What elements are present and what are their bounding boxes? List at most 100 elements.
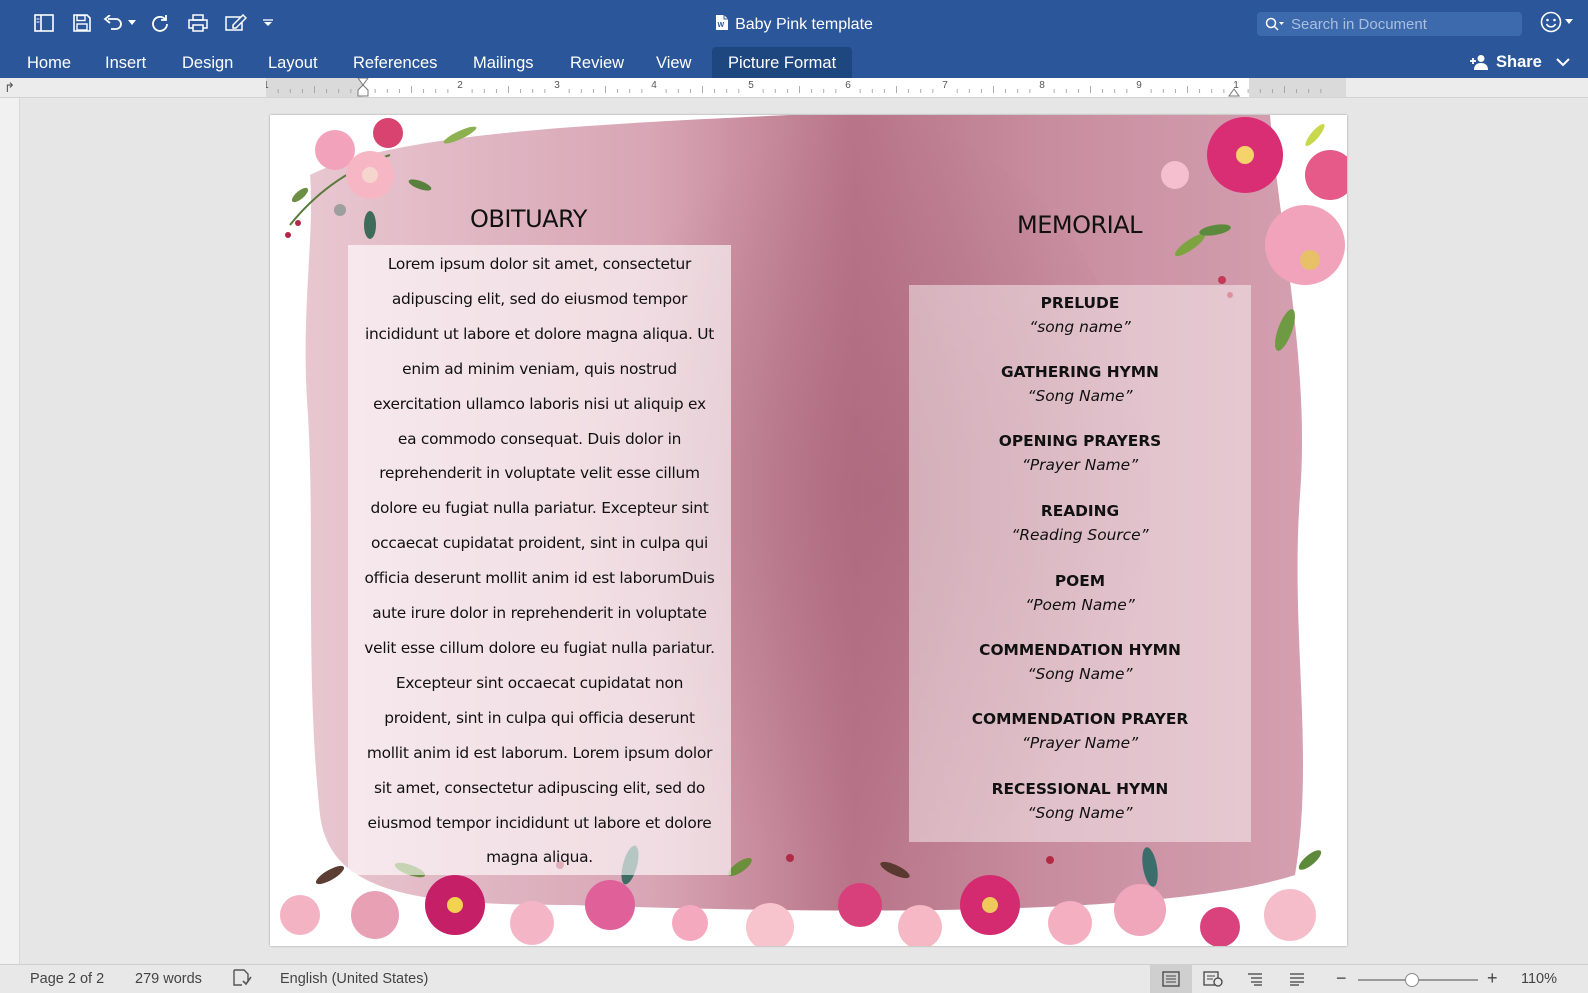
obituary-body[interactable]: Lorem ipsum dolor sit amet, consectetur … [348, 245, 731, 875]
chevron-down-icon [1565, 19, 1573, 24]
undo-icon[interactable] [100, 10, 126, 36]
tab-design[interactable]: Design [166, 46, 249, 78]
obituary-line: Lorem ipsum dolor sit amet, consectetur [387, 255, 692, 273]
program-item-title: POEM [1054, 572, 1106, 590]
edit-icon[interactable] [220, 10, 252, 36]
obituary-line: aute irure dolor in reprehenderit in vol… [372, 604, 707, 623]
share-button[interactable]: Share [1470, 46, 1570, 78]
program-item-title: PRELUDE [1040, 294, 1120, 312]
web-layout-view-icon[interactable] [1192, 965, 1234, 993]
program-item: COMMENDATION PRAYER “Prayer Name” [909, 707, 1251, 755]
horizontal-ruler-bar: ↱ 11234567891 [0, 78, 1588, 98]
obituary-line: magna aliqua. [486, 848, 593, 867]
tab-mailings[interactable]: Mailings [457, 46, 550, 78]
proofing-icon[interactable] [232, 969, 252, 991]
draft-view-icon[interactable] [1276, 965, 1318, 993]
save-icon[interactable] [66, 10, 98, 36]
obituary-heading[interactable]: OBITUARY [470, 205, 587, 233]
share-label: Share [1496, 53, 1542, 71]
program-item-title: RECESSIONAL HYMN [991, 780, 1169, 798]
zoom-slider-thumb[interactable] [1405, 973, 1419, 987]
svg-text:W: W [718, 22, 725, 29]
ruler-number: 6 [845, 80, 851, 91]
obituary-line: reprehenderit in voluptate velit esse ci… [379, 464, 700, 483]
obituary-line: incididunt ut labore et dolore magna ali… [364, 324, 715, 343]
tab-stop-selector-icon[interactable]: ↱ [4, 80, 15, 96]
obituary-line: adipuscing elit, sed do eiusmod tempor [391, 289, 688, 308]
program-item-title: OPENING PRAYERS [998, 432, 1162, 450]
tab-view[interactable]: View [640, 46, 707, 78]
program-item-title: GATHERING HYMN [1001, 363, 1159, 381]
obituary-line: enim ad minim veniam, quis nostrud [402, 359, 677, 378]
tab-references[interactable]: References [337, 46, 453, 78]
program-item-name: “Song Name” [1027, 387, 1133, 405]
search-box[interactable] [1257, 12, 1522, 36]
program-item: GATHERING HYMN “Song Name” [909, 360, 1251, 408]
tab-insert[interactable]: Insert [89, 46, 162, 78]
program-item-name: “song name” [1029, 318, 1131, 336]
document-page[interactable]: OBITUARY Lorem ipsum dolor sit amet, con… [270, 115, 1347, 946]
search-icon [1265, 17, 1284, 31]
feedback-smiley-button[interactable] [1540, 11, 1573, 33]
obituary-line: exercitation ullamco laboris nisi ut ali… [373, 394, 706, 413]
smiley-icon [1540, 11, 1562, 33]
print-icon[interactable] [182, 10, 214, 36]
obituary-line: dolore eu fugiat nulla pariatur. Excepte… [370, 499, 709, 518]
program-item-name: “Reading Source” [1011, 526, 1149, 544]
program-item: OPENING PRAYERS “Prayer Name” [909, 429, 1251, 477]
word-count[interactable]: 279 words [135, 971, 202, 987]
vertical-ruler [0, 98, 20, 964]
obituary-line: eiusmod tempor incididunt ut labore et d… [367, 813, 712, 832]
obituary-line: Excepteur sint occaecat cupidatat non [395, 673, 684, 692]
document-title-text: Baby Pink template [735, 16, 873, 33]
tab-layout[interactable]: Layout [252, 46, 334, 78]
ruler-number: 7 [942, 80, 948, 91]
program-item-name: “Prayer Name” [1021, 734, 1139, 752]
tab-review[interactable]: Review [554, 46, 640, 78]
obituary-line: proident, sint in culpa qui officia dese… [384, 708, 695, 727]
page-count[interactable]: Page 2 of 2 [30, 971, 104, 987]
obituary-line: sit amet, consectetur adipuscing elit, s… [373, 778, 706, 797]
quick-access-toolbar [28, 10, 278, 36]
horizontal-ruler[interactable]: 11234567891 [266, 78, 1346, 97]
obituary-text-box[interactable]: Lorem ipsum dolor sit amet, consectetur … [348, 245, 731, 875]
chevron-down-icon [1556, 58, 1570, 67]
word-document-icon: W [716, 15, 729, 30]
ruler-number: 2 [457, 80, 463, 91]
program-item: PRELUDE “song name” [909, 291, 1251, 339]
tab-picture-format[interactable]: Picture Format [712, 47, 853, 78]
program-item-title: COMMENDATION HYMN [979, 641, 1181, 659]
ruler-number: 5 [748, 80, 754, 91]
program-item-name: “Song Name” [1027, 665, 1133, 683]
undo-dropdown-icon[interactable] [126, 10, 138, 36]
status-bar: Page 2 of 2 279 words English (United St… [0, 964, 1588, 993]
program-item-title: COMMENDATION PRAYER [971, 710, 1189, 728]
outline-view-icon[interactable] [1234, 965, 1276, 993]
obituary-line: occaecat cupidatat proident, sint in cul… [371, 534, 708, 553]
print-layout-view-icon[interactable] [1150, 965, 1192, 993]
program-item-name: “Song Name” [1027, 804, 1133, 822]
ruler-number: 8 [1039, 80, 1045, 91]
title-bar: W Baby Pink template [0, 0, 1588, 46]
tab-home[interactable]: Home [11, 46, 87, 78]
search-input[interactable] [1291, 15, 1511, 33]
obituary-line: officia deserunt mollit anim id est labo… [364, 569, 715, 588]
customize-dropdown-icon[interactable] [258, 10, 278, 36]
sidebar-toggle-icon[interactable] [28, 10, 60, 36]
program-item-title: READING [1040, 502, 1120, 520]
redo-icon[interactable] [144, 10, 176, 36]
language-indicator[interactable]: English (United States) [280, 971, 428, 987]
obituary-line: ea commodo consequat. Duis dolor in [397, 429, 682, 448]
program-item: READING “Reading Source” [909, 499, 1251, 547]
zoom-in-button[interactable]: + [1487, 968, 1498, 989]
memorial-program-box[interactable]: PRELUDE “song name” GATHERING HYMN “Song… [909, 285, 1251, 842]
memorial-heading[interactable]: MEMORIAL [1017, 211, 1143, 239]
obituary-line: mollit anim id est laborum. Lorem ipsum … [366, 743, 713, 762]
ruler-ticks: 11234567891 [266, 78, 1322, 97]
zoom-out-button[interactable]: − [1336, 968, 1347, 989]
add-person-icon [1470, 55, 1488, 70]
zoom-percentage[interactable]: 110% [1521, 971, 1557, 987]
ruler-number: 3 [554, 80, 560, 91]
program-item-name: “Prayer Name” [1021, 456, 1139, 474]
program-item-name: “Poem Name” [1025, 596, 1135, 614]
